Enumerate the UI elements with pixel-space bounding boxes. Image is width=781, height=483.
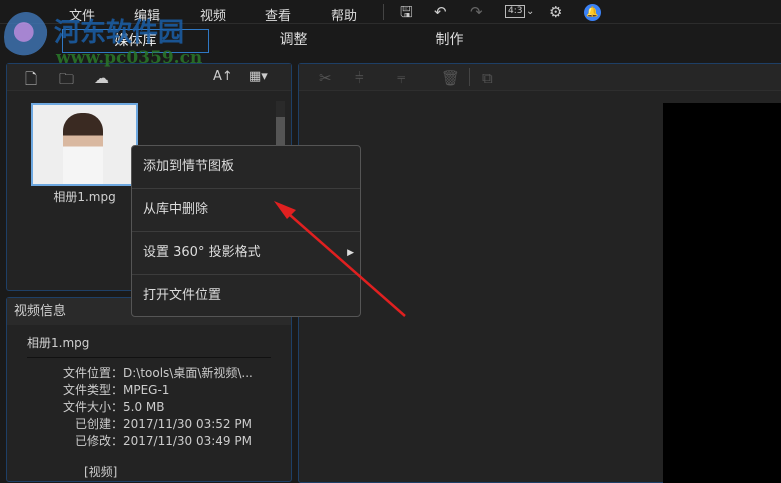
resize-icon[interactable]: ⧉ [482, 69, 493, 87]
video-info-panel: 视频信息 相册1.mpg 文件位置： D:\tools\桌面\新视频\... 文件类… [6, 297, 292, 482]
context-menu: 添加到情节图板 从库中删除 设置 360° 投影格式 ▶ 打开文件位置 [131, 145, 361, 317]
gear-icon[interactable]: ⚙ [549, 4, 562, 20]
info-label: 文件大小： [62, 400, 123, 414]
grid-view-icon[interactable]: ▦▾ [249, 69, 268, 84]
menu-video[interactable]: 视频 [200, 5, 226, 24]
preview-panel: ✂ ⫩ ⫧ 🗑 ⧉ [298, 63, 781, 483]
info-row: 文件大小： 5.0 MB [7, 399, 291, 416]
info-row: 已创建： 2017/11/30 03:52 PM [7, 416, 291, 433]
tab-media-library[interactable]: 媒体库 [62, 29, 209, 53]
trim-icon[interactable]: ⫧ [397, 69, 405, 87]
chevron-down-icon[interactable]: ⌄ [526, 4, 534, 20]
menu-bar: 文件 编辑 视频 查看 帮助 🖫 ↶ ↷ 4:3 ⌄ ⚙ 🔔 [0, 0, 781, 24]
preview-screen [663, 103, 781, 483]
redo-icon[interactable]: ↷ [470, 4, 483, 20]
media-file-name: 相册1.mpg [53, 190, 116, 204]
save-icon[interactable]: 🖫 [400, 4, 413, 20]
divider [469, 68, 470, 86]
sort-button[interactable]: A↑ [213, 69, 233, 84]
tab-adjust[interactable]: 调整 [220, 29, 367, 53]
info-value: 5.0 MB [123, 400, 165, 414]
info-section: [视频] [84, 465, 118, 479]
thumbnail-image [63, 113, 103, 184]
bell-icon[interactable]: 🔔 [584, 4, 601, 21]
aspect-ratio-button[interactable]: 4:3 [505, 5, 526, 18]
new-file-icon[interactable]: 🗋 [25, 69, 37, 94]
menu-item-open-location[interactable]: 打开文件位置 [132, 275, 360, 318]
menu-help[interactable]: 帮助 [331, 5, 357, 24]
menu-item-360-projection[interactable]: 设置 360° 投影格式 ▶ [132, 232, 360, 275]
info-file-name: 相册1.mpg [27, 334, 271, 358]
menu-item-add-to-storyboard[interactable]: 添加到情节图板 [132, 146, 360, 189]
info-value: MPEG-1 [123, 383, 170, 397]
menu-item-label: 设置 360° 投影格式 [143, 245, 261, 260]
tab-produce[interactable]: 制作 [376, 29, 523, 53]
info-value: D:\tools\桌面\新视频\... [123, 366, 253, 380]
info-rows: 文件位置： D:\tools\桌面\新视频\... 文件类型： MPEG-1 文件大小：… [7, 365, 291, 450]
info-value: 2017/11/30 03:52 PM [123, 417, 252, 431]
divider [383, 4, 384, 20]
edit-toolbar: ✂ ⫩ ⫧ 🗑 ⧉ [299, 64, 781, 91]
info-label: 文件类型： [62, 383, 123, 397]
info-value: 2017/11/30 03:49 PM [123, 434, 252, 448]
info-row: 文件类型： MPEG-1 [7, 382, 291, 399]
info-row: 文件位置： D:\tools\桌面\新视频\... [7, 365, 291, 382]
info-label: 已修改： [74, 434, 123, 448]
cloud-add-icon[interactable]: ☁ [94, 69, 109, 87]
menu-view[interactable]: 查看 [265, 5, 291, 24]
menu-item-delete-from-library[interactable]: 从库中删除 [132, 189, 360, 232]
split-icon[interactable]: ⫩ [355, 69, 364, 87]
info-row: 已修改： 2017/11/30 03:49 PM [7, 433, 291, 450]
info-label: 已创建： [74, 417, 123, 431]
add-folder-icon[interactable]: 🗀 [59, 69, 74, 94]
undo-icon[interactable]: ↶ [434, 4, 447, 20]
scissors-icon[interactable]: ✂ [319, 69, 332, 87]
info-label: 文件位置： [62, 366, 123, 380]
delete-icon[interactable]: 🗑 [441, 69, 460, 87]
menu-file[interactable]: 文件 [69, 5, 95, 24]
library-toolbar: 🗋 🗀 ☁ A↑ ▦▾ [7, 64, 291, 91]
media-thumbnail[interactable] [31, 103, 138, 186]
submenu-arrow-icon: ▶ [347, 248, 354, 258]
menu-edit[interactable]: 编辑 [134, 5, 160, 24]
